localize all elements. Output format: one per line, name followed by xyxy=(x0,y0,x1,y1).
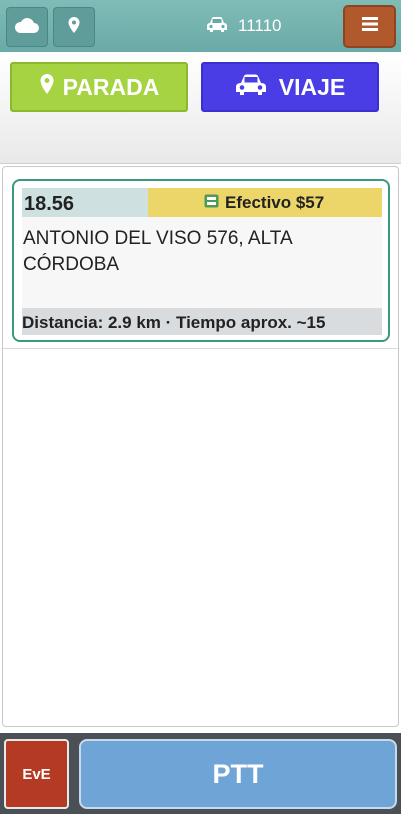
unit-number: 11110 xyxy=(238,16,282,35)
menu-button[interactable] xyxy=(343,5,396,48)
car-icon xyxy=(206,15,228,38)
list-divider xyxy=(3,348,398,349)
cloud-button[interactable] xyxy=(6,7,48,47)
action-area: PARADA VIAJE xyxy=(0,52,401,164)
car-icon xyxy=(235,72,267,102)
trip-card-content: 18.56 Efectivo $57 ANTONIO DEL VISO 576,… xyxy=(22,188,382,335)
cash-icon xyxy=(204,193,219,213)
parada-button[interactable]: PARADA xyxy=(10,62,188,112)
ptt-button[interactable]: PTT xyxy=(79,739,397,809)
trip-time: 18.56 xyxy=(22,188,148,217)
trip-card[interactable]: 18.56 Efectivo $57 ANTONIO DEL VISO 576,… xyxy=(12,179,390,342)
top-bar: 11110 xyxy=(0,0,401,52)
unit-indicator: 11110 xyxy=(206,15,282,37)
trip-address: ANTONIO DEL VISO 576, ALTA CÓRDOBA xyxy=(23,228,292,275)
payment-text: Efectivo $57 xyxy=(225,192,325,212)
cloud-icon xyxy=(14,16,40,39)
map-pin-icon xyxy=(39,73,55,101)
viaje-label: VIAJE xyxy=(278,73,346,100)
trip-list: 18.56 Efectivo $57 ANTONIO DEL VISO 576,… xyxy=(2,166,399,727)
payment-badge: Efectivo $57 xyxy=(148,188,382,217)
hamburger-menu-icon xyxy=(361,17,378,36)
location-button[interactable] xyxy=(53,7,95,47)
parada-label: PARADA xyxy=(62,73,160,100)
viaje-button[interactable]: VIAJE xyxy=(201,62,379,112)
map-pin-icon xyxy=(67,16,81,39)
trip-distance-time: Distancia: 2.9 km · Tiempo aprox. ~15 xyxy=(22,308,382,335)
eve-button[interactable]: EvE xyxy=(4,739,69,809)
bottom-bar: EvE PTT xyxy=(0,733,401,814)
